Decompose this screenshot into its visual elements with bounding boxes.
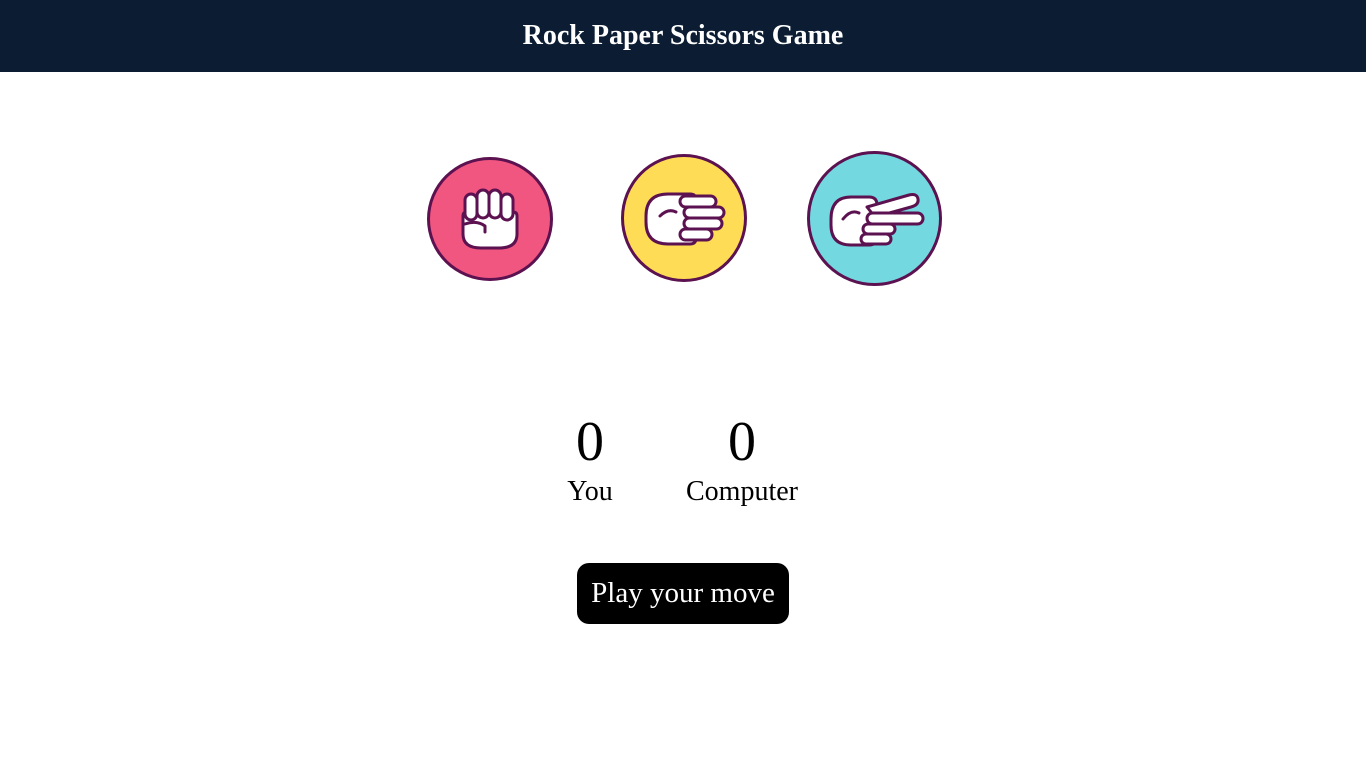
choice-paper[interactable] xyxy=(621,154,747,282)
user-score-value: 0 xyxy=(576,411,604,473)
user-score-box: 0 You xyxy=(545,414,635,508)
choice-rock[interactable] xyxy=(427,157,553,281)
computer-score-box: 0 Computer xyxy=(672,414,812,508)
rock-fist-icon xyxy=(461,188,519,250)
computer-score-label: Computer xyxy=(686,476,798,507)
navbar: Rock Paper Scissors Game xyxy=(0,0,1366,72)
page-title: Rock Paper Scissors Game xyxy=(522,20,844,51)
user-score-label: You xyxy=(567,476,613,507)
scissors-hand-icon xyxy=(829,192,924,246)
play-move-button[interactable]: Play your move xyxy=(577,563,789,624)
paper-hand-icon xyxy=(644,192,726,246)
computer-score-value: 0 xyxy=(728,411,756,473)
choice-scissors[interactable] xyxy=(807,151,942,286)
